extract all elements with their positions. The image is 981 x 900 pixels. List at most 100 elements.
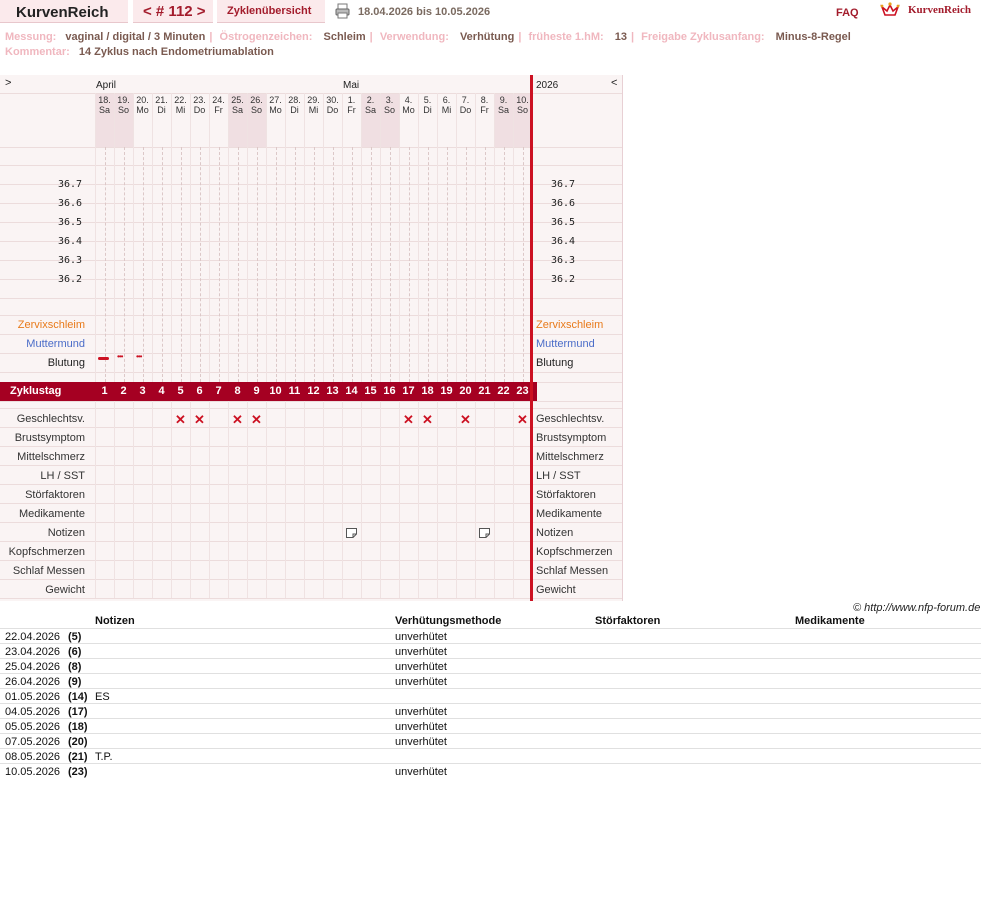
- temp-tick-right: 36.7: [551, 179, 576, 190]
- table-row: 23.04.2026 (6) unverhütet: [0, 643, 981, 659]
- messung-value: vaginal / digital / 3 Minuten: [65, 31, 206, 43]
- date-cell[interactable]: 30. Do: [323, 95, 342, 115]
- date-cell[interactable]: 25. Sa: [228, 95, 247, 115]
- grid-column: [370, 147, 372, 382]
- date-day: 2.: [366, 95, 375, 105]
- date-cell[interactable]: 28. Di: [285, 95, 304, 115]
- cycle-overview-link[interactable]: Zyklenübersicht: [227, 5, 311, 17]
- row-method: unverhütet: [395, 721, 447, 733]
- logo-text[interactable]: KurvenReich: [908, 4, 971, 16]
- date-cell[interactable]: 7. Do: [456, 95, 475, 115]
- cycle-number[interactable]: < # 112 >: [143, 3, 206, 20]
- row-note: ES: [95, 691, 110, 703]
- date-cell[interactable]: 27. Mo: [266, 95, 285, 115]
- printer-icon[interactable]: [335, 3, 350, 19]
- cycle-navigator[interactable]: < # 112 >: [133, 0, 213, 23]
- date-cell[interactable]: 18. Sa: [95, 95, 114, 115]
- cycle-day-number: 1: [101, 385, 108, 397]
- current-day-line: [530, 75, 533, 601]
- nav-back-button[interactable]: <: [611, 77, 617, 89]
- stoer-label-right: Störfaktoren: [536, 489, 596, 501]
- schlaf-label: Schlaf Messen: [12, 565, 85, 577]
- cycle-overview-tab[interactable]: Zyklenübersicht: [217, 0, 325, 23]
- date-cell[interactable]: 8. Fr: [475, 95, 494, 115]
- nav-forward-button[interactable]: >: [5, 77, 11, 89]
- grid-line: [0, 541, 622, 542]
- bleeding-spotting-mark[interactable]: •••: [136, 352, 142, 361]
- faq-link[interactable]: FAQ: [836, 7, 859, 19]
- date-cell[interactable]: 23. Do: [190, 95, 209, 115]
- date-cell[interactable]: 3. So: [380, 95, 399, 115]
- date-cell[interactable]: 29. Mi: [304, 95, 323, 115]
- grid-line: [0, 298, 622, 299]
- verwendung-value: Verhütung: [459, 31, 515, 43]
- date-day: 20.: [136, 95, 149, 105]
- copyright[interactable]: © http://www.nfp-forum.de: [853, 602, 980, 614]
- date-cell[interactable]: 21. Di: [152, 95, 171, 115]
- temp-tick-right: 36.6: [551, 198, 576, 209]
- date-cell[interactable]: 22. Mi: [171, 95, 190, 115]
- cycle-day-number: 13: [326, 385, 339, 397]
- intercourse-mark[interactable]: ✕: [175, 413, 186, 426]
- row-cycle-day: (5): [68, 631, 82, 643]
- date-cell[interactable]: 26. So: [247, 95, 266, 115]
- intercourse-mark[interactable]: ✕: [460, 413, 471, 426]
- month-mai: Mai: [343, 80, 360, 91]
- temp-tick-left: 36.2: [58, 274, 83, 285]
- intercourse-mark[interactable]: ✕: [194, 413, 205, 426]
- grid-line: [0, 241, 622, 242]
- row-cycle-day: (23): [68, 766, 88, 778]
- day-separator: [304, 93, 305, 598]
- intercourse-mark[interactable]: ✕: [251, 413, 262, 426]
- bleeding-heavy-mark[interactable]: [98, 357, 109, 360]
- date-cell[interactable]: 2. Sa: [361, 95, 380, 115]
- kurvenreich-logo-icon[interactable]: [880, 1, 900, 19]
- date-cell[interactable]: 20. Mo: [133, 95, 152, 115]
- stoer-label: Störfaktoren: [25, 489, 85, 501]
- oestrogen-label: Östrogenzeichen:: [219, 31, 313, 43]
- row-date: 07.05.2026: [5, 736, 61, 748]
- day-separator: [247, 93, 248, 598]
- intercourse-mark[interactable]: ✕: [403, 413, 414, 426]
- cycle-day-number: 12: [307, 385, 320, 397]
- grid-column: [484, 147, 486, 382]
- row-date: 25.04.2026: [5, 661, 61, 673]
- date-cell[interactable]: 5. Di: [418, 95, 437, 115]
- intercourse-mark[interactable]: ✕: [517, 413, 528, 426]
- note-icon[interactable]: [479, 528, 490, 538]
- intercourse-mark[interactable]: ✕: [422, 413, 433, 426]
- day-separator: [133, 93, 134, 598]
- grid-line: [0, 427, 622, 428]
- date-cell[interactable]: 24. Fr: [209, 95, 228, 115]
- row-date: 23.04.2026: [5, 646, 61, 658]
- brust-label-right: Brustsymptom: [536, 432, 607, 444]
- date-cell[interactable]: 19. So: [114, 95, 133, 115]
- date-cell[interactable]: 1. Fr: [342, 95, 361, 115]
- col-medikamente: Medikamente: [795, 615, 865, 627]
- date-weekday: Sa: [364, 105, 376, 115]
- note-icon[interactable]: [346, 528, 357, 538]
- schlaf-label-right: Schlaf Messen: [536, 565, 609, 577]
- intercourse-mark[interactable]: ✕: [232, 413, 243, 426]
- date-weekday: Di: [423, 105, 432, 115]
- date-cell[interactable]: 4. Mo: [399, 95, 418, 115]
- brand-tab[interactable]: KurvenReich: [0, 0, 128, 23]
- date-cell[interactable]: 6. Mi: [437, 95, 456, 115]
- table-row: 26.04.2026 (9) unverhütet: [0, 673, 981, 689]
- grid-column: [465, 147, 467, 382]
- date-day: 29.: [307, 95, 320, 105]
- brand-title[interactable]: KurvenReich: [16, 4, 109, 21]
- bleeding-spotting-mark[interactable]: •••: [117, 352, 123, 361]
- date-cell[interactable]: 9. Sa: [494, 95, 513, 115]
- date-weekday: Mo: [136, 105, 149, 115]
- day-separator: [152, 93, 153, 598]
- date-day: 27.: [269, 95, 282, 105]
- row-method: unverhütet: [395, 676, 447, 688]
- col-notizen: Notizen: [95, 615, 135, 627]
- table-row: 08.05.2026 (21) T.P.: [0, 748, 981, 764]
- temp-tick-left: 36.6: [58, 198, 83, 209]
- grid-line: [0, 503, 622, 504]
- zyklustag-label: Zyklustag: [10, 385, 62, 397]
- muttermund-label: Muttermund: [26, 338, 85, 350]
- grid-column: [123, 147, 125, 382]
